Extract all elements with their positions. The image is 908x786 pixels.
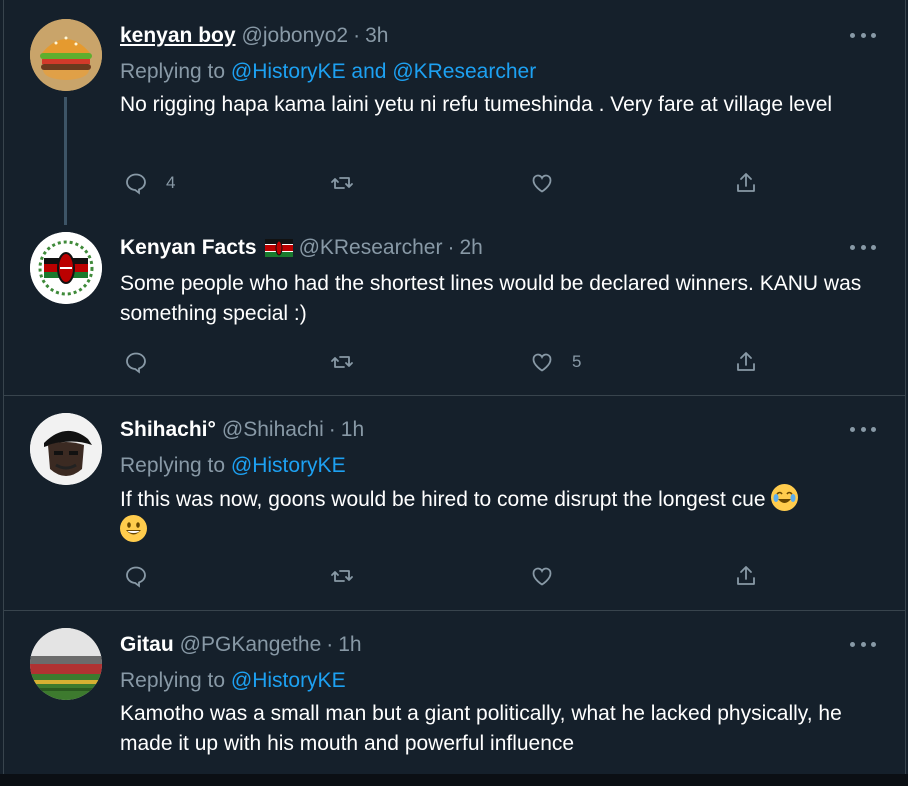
- kenya-flag-icon: [264, 239, 293, 257]
- tweet[interactable]: Kenyan Facts @KResearcher · 2h Some peop…: [4, 225, 905, 395]
- reply-button[interactable]: [124, 349, 148, 375]
- more-options-icon[interactable]: [850, 639, 876, 649]
- like-icon: [532, 353, 552, 372]
- tweet[interactable]: Gitau @PGKangethe · 1h Replying to @Hist…: [4, 611, 905, 774]
- timestamp[interactable]: 1h: [338, 633, 361, 657]
- stadium-avatar: [30, 628, 102, 700]
- tweet-header: kenyan boy @jobonyo2 · 3h: [120, 23, 388, 49]
- tweet-text-container: If this was now, goons would be hired to…: [120, 484, 860, 546]
- retweet-button[interactable]: [330, 170, 354, 196]
- reply-icon: [126, 566, 146, 588]
- username[interactable]: @jobonyo2: [242, 24, 349, 48]
- timestamp[interactable]: 1h: [341, 418, 364, 442]
- tweet-text: Kamotho was a small man but a giant poli…: [120, 702, 842, 755]
- timeline: kenyan boy @jobonyo2 · 3h Replying to @H…: [3, 0, 906, 774]
- username[interactable]: @PGKangethe: [180, 633, 322, 657]
- tweet[interactable]: Shihachi° @Shihachi · 1h Replying to @Hi…: [4, 396, 905, 610]
- retweet-icon: [331, 570, 353, 582]
- like-count: 5: [572, 352, 582, 371]
- display-name[interactable]: Shihachi°: [120, 418, 216, 442]
- timestamp[interactable]: 2h: [459, 236, 482, 260]
- reply-button[interactable]: [124, 563, 148, 589]
- mention-link[interactable]: @KResearcher: [392, 60, 536, 83]
- retweet-icon: [331, 177, 353, 189]
- username[interactable]: @Shihachi: [222, 418, 324, 442]
- username[interactable]: @KResearcher: [299, 236, 443, 260]
- mention-link[interactable]: @HistoryKE: [231, 454, 346, 477]
- retweet-button[interactable]: [330, 563, 354, 589]
- tweet-header: Kenyan Facts @KResearcher · 2h: [120, 235, 483, 261]
- avatar[interactable]: [30, 232, 102, 304]
- mention-link[interactable]: @HistoryKE: [231, 60, 346, 83]
- tweet-header: Shihachi° @Shihachi · 1h: [120, 417, 364, 443]
- separator-dot: ·: [353, 24, 361, 47]
- like-button[interactable]: 5: [530, 349, 581, 375]
- avatar[interactable]: [30, 19, 102, 91]
- person-cap-avatar: [30, 413, 102, 485]
- share-icon: [737, 173, 755, 192]
- avatar[interactable]: [30, 413, 102, 485]
- replying-to: Replying to @HistoryKE: [120, 454, 346, 478]
- display-name[interactable]: Gitau: [120, 633, 174, 657]
- reply-count: 4: [166, 173, 176, 192]
- reply-icon: [126, 352, 146, 374]
- bottom-bar: [0, 774, 908, 786]
- reply-icon: [126, 173, 146, 195]
- like-button[interactable]: [530, 563, 554, 589]
- thread-connector: [64, 97, 67, 225]
- reply-button[interactable]: 4: [124, 170, 175, 196]
- share-icon: [737, 352, 755, 371]
- separator-dot: ·: [328, 418, 336, 441]
- replying-prefix: Replying to: [120, 60, 226, 83]
- avatar[interactable]: [30, 628, 102, 700]
- retweet-icon: [331, 356, 353, 368]
- replying-prefix: Replying to: [120, 454, 226, 477]
- share-button[interactable]: [734, 349, 758, 375]
- tweet[interactable]: kenyan boy @jobonyo2 · 3h Replying to @H…: [4, 0, 905, 230]
- like-icon: [532, 567, 552, 586]
- share-button[interactable]: [734, 170, 758, 196]
- timestamp[interactable]: 3h: [365, 24, 388, 48]
- like-button[interactable]: [530, 170, 554, 196]
- share-button[interactable]: [734, 563, 758, 589]
- more-options-icon[interactable]: [850, 242, 876, 252]
- separator-dot: ·: [447, 236, 455, 259]
- tweet-text: If this was now, goons would be hired to…: [120, 488, 766, 511]
- replying-to: Replying to @HistoryKE and @KResearcher: [120, 60, 536, 84]
- face-with-tears-of-joy-emoji: [771, 484, 799, 511]
- replying-and: and: [351, 60, 387, 83]
- grinning-face-emoji: [120, 515, 147, 542]
- display-name[interactable]: Kenyan Facts: [120, 236, 257, 260]
- tweet-text: Some people who had the shortest lines w…: [120, 272, 862, 325]
- replying-prefix: Replying to: [120, 669, 226, 692]
- display-name[interactable]: kenyan boy: [120, 24, 236, 48]
- tweet-header: Gitau @PGKangethe · 1h: [120, 632, 362, 658]
- replying-to: Replying to @HistoryKE: [120, 669, 346, 693]
- separator-dot: ·: [326, 633, 334, 656]
- more-options-icon[interactable]: [850, 30, 876, 40]
- mention-link[interactable]: @HistoryKE: [231, 669, 346, 692]
- share-icon: [737, 566, 755, 585]
- retweet-button[interactable]: [330, 349, 354, 375]
- kenya-shield-avatar: [30, 232, 102, 304]
- burger-avatar: [30, 19, 102, 91]
- like-icon: [532, 174, 552, 193]
- tweet-text: No rigging hapa kama laini yetu ni refu …: [120, 93, 833, 116]
- more-options-icon[interactable]: [850, 424, 876, 434]
